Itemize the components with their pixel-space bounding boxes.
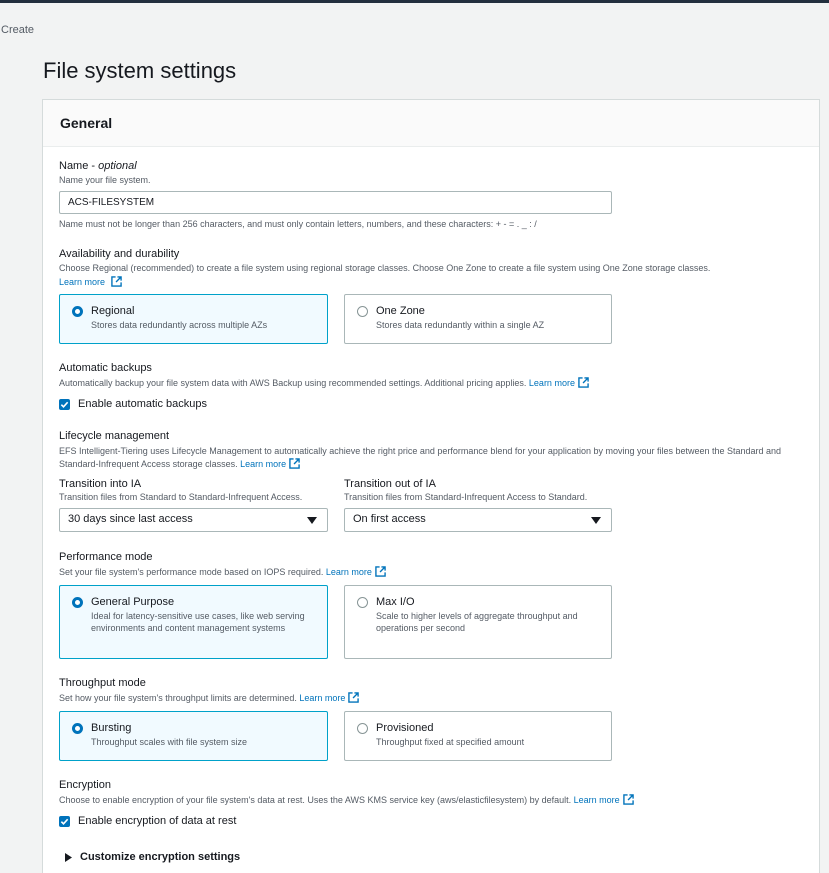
bursting-desc: Throughput scales with file system size [91, 737, 248, 747]
name-desc: Name your file system. [59, 175, 151, 185]
regional-desc: Stores data redundantly across multiple … [91, 320, 268, 330]
backups-learn-more[interactable]: Learn more [528, 377, 589, 388]
caret-down-icon [307, 517, 317, 524]
checkbox-checked-icon [59, 815, 70, 827]
customize-encryption-expander[interactable]: Customize encryption settings [65, 851, 240, 863]
throughput-learn-more[interactable]: Learn more [299, 692, 360, 703]
radio-unselected-icon [357, 306, 368, 317]
out-ia-value: On first access [353, 513, 426, 525]
checkbox-checked-icon [59, 398, 70, 410]
encryption-label: Encryption [59, 779, 111, 791]
into-ia-value: 30 days since last access [68, 513, 193, 525]
panel-title: General [43, 100, 819, 147]
general-purpose-title: General Purpose [91, 596, 175, 608]
name-input[interactable]: ACS-FILESYSTEM [59, 191, 612, 214]
backups-desc-text: Automatically backup your file system da… [59, 378, 527, 388]
backups-checkbox[interactable]: Enable automatic backups [59, 398, 207, 410]
caret-right-icon [65, 852, 72, 862]
top-bar [0, 0, 829, 3]
into-ia-desc: Transition files from Standard to Standa… [59, 492, 303, 502]
max-io-option[interactable]: Max I/O Scale to higher levels of aggreg… [344, 585, 612, 659]
provisioned-desc: Throughput fixed at specified amount [376, 737, 525, 747]
one-zone-desc: Stores data redundantly within a single … [376, 320, 545, 330]
external-link-icon [622, 794, 634, 805]
one-zone-option[interactable]: One Zone Stores data redundantly within … [344, 294, 612, 344]
throughput-desc: Set how your file system's throughput li… [59, 692, 360, 703]
backups-desc: Automatically backup your file system da… [59, 377, 589, 388]
encryption-checkbox-label: Enable encryption of data at rest [78, 815, 237, 827]
provisioned-option[interactable]: Provisioned Throughput fixed at specifie… [344, 711, 612, 761]
name-constraint: Name must not be longer than 256 charact… [59, 219, 537, 229]
lifecycle-learn-more[interactable]: Learn more [240, 458, 300, 469]
throughput-desc-text: Set how your file system's throughput li… [59, 693, 297, 703]
lifecycle-desc-text: EFS Intelligent-Tiering uses Lifecycle M… [59, 446, 782, 469]
external-link-icon [110, 276, 122, 287]
bursting-option[interactable]: Bursting Throughput scales with file sys… [59, 711, 328, 761]
backups-label: Automatic backups [59, 362, 152, 374]
encryption-desc-text: Choose to enable encryption of your file… [59, 795, 572, 805]
external-link-icon [375, 566, 386, 577]
encryption-desc: Choose to enable encryption of your file… [59, 794, 634, 805]
name-label-text: Name [59, 160, 89, 172]
radio-unselected-icon [357, 723, 368, 734]
caret-down-icon [591, 517, 601, 524]
general-panel: General Name - optional Name your file s… [42, 99, 820, 873]
breadcrumb[interactable]: Create [1, 24, 34, 36]
lifecycle-desc: EFS Intelligent-Tiering uses Lifecycle M… [59, 445, 799, 471]
learn-more-text: Learn more [59, 277, 106, 287]
general-purpose-desc: Ideal for latency-sensitive use cases, l… [91, 611, 305, 633]
throughput-label: Throughput mode [59, 677, 146, 689]
radio-selected-icon [72, 306, 83, 317]
learn-more-text: Learn more [240, 459, 287, 469]
radio-selected-icon [72, 597, 83, 608]
regional-option[interactable]: Regional Stores data redundantly across … [59, 294, 328, 344]
max-io-desc: Scale to higher levels of aggregate thro… [376, 611, 578, 633]
external-link-icon [578, 377, 589, 388]
radio-unselected-icon [357, 597, 368, 608]
out-ia-desc: Transition files from Standard-Infrequen… [344, 492, 588, 502]
into-ia-select[interactable]: 30 days since last access [59, 508, 328, 532]
max-io-title: Max I/O [376, 596, 415, 608]
customize-encryption-label: Customize encryption settings [80, 851, 241, 863]
into-ia-label: Transition into IA [59, 478, 142, 490]
bursting-title: Bursting [91, 722, 132, 734]
availability-learn-more[interactable]: Learn more [59, 276, 122, 287]
availability-label: Availability and durability [59, 248, 180, 260]
availability-desc: Choose Regional (recommended) to create … [59, 263, 711, 273]
backups-checkbox-label: Enable automatic backups [78, 398, 208, 410]
performance-learn-more[interactable]: Learn more [325, 566, 386, 577]
name-label: Name - optional [59, 160, 137, 172]
performance-desc-text: Set your file system's performance mode … [59, 567, 324, 577]
learn-more-text: Learn more [325, 567, 372, 577]
external-link-icon [289, 458, 300, 469]
provisioned-title: Provisioned [376, 722, 434, 734]
encryption-learn-more[interactable]: Learn more [573, 794, 634, 805]
radio-selected-icon [72, 723, 83, 734]
optional-tag: optional [98, 160, 137, 172]
lifecycle-label: Lifecycle management [59, 430, 170, 442]
learn-more-text: Learn more [299, 693, 346, 703]
performance-desc: Set your file system's performance mode … [59, 566, 386, 577]
external-link-icon [348, 692, 360, 703]
page-title: File system settings [43, 58, 237, 83]
learn-more-text: Learn more [528, 378, 575, 388]
performance-label: Performance mode [59, 551, 153, 563]
out-ia-select[interactable]: On first access [344, 508, 612, 532]
encryption-checkbox[interactable]: Enable encryption of data at rest [59, 815, 236, 827]
one-zone-title: One Zone [376, 305, 425, 317]
learn-more-text: Learn more [573, 795, 620, 805]
out-ia-label: Transition out of IA [344, 478, 436, 490]
regional-title: Regional [91, 305, 135, 317]
general-purpose-option[interactable]: General Purpose Ideal for latency-sensit… [59, 585, 328, 659]
